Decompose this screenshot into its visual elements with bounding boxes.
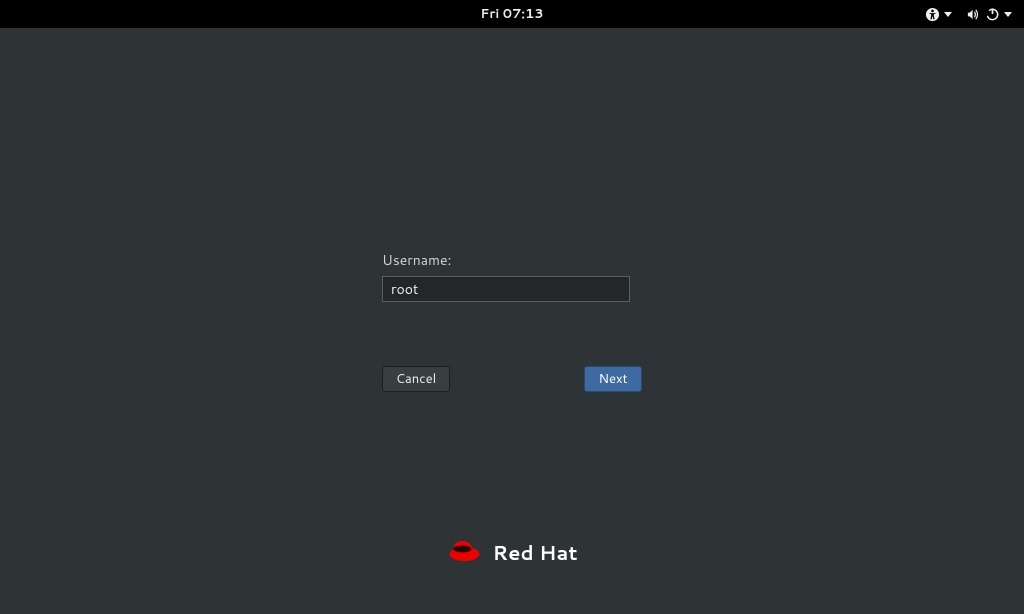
volume-icon: [966, 7, 981, 22]
username-label: Username:: [382, 250, 642, 270]
clock[interactable]: Fri 07:13: [480, 5, 543, 23]
branding-logo: Red Hat: [446, 536, 577, 570]
username-input[interactable]: [382, 276, 630, 302]
next-button[interactable]: Next: [584, 366, 642, 392]
cancel-button[interactable]: Cancel: [382, 366, 450, 392]
system-menu[interactable]: [966, 7, 1012, 22]
button-row: Cancel Next: [382, 366, 642, 392]
top-bar: Fri 07:13: [0, 0, 1024, 28]
accessibility-menu[interactable]: [925, 7, 952, 22]
chevron-down-icon: [1004, 12, 1012, 17]
login-form: Username:: [382, 250, 642, 302]
system-tray: [925, 7, 1012, 22]
redhat-icon: [446, 536, 482, 570]
accessibility-icon: [925, 7, 940, 22]
branding-text: Red Hat: [492, 539, 577, 567]
chevron-down-icon: [944, 12, 952, 17]
power-icon: [985, 7, 1000, 22]
